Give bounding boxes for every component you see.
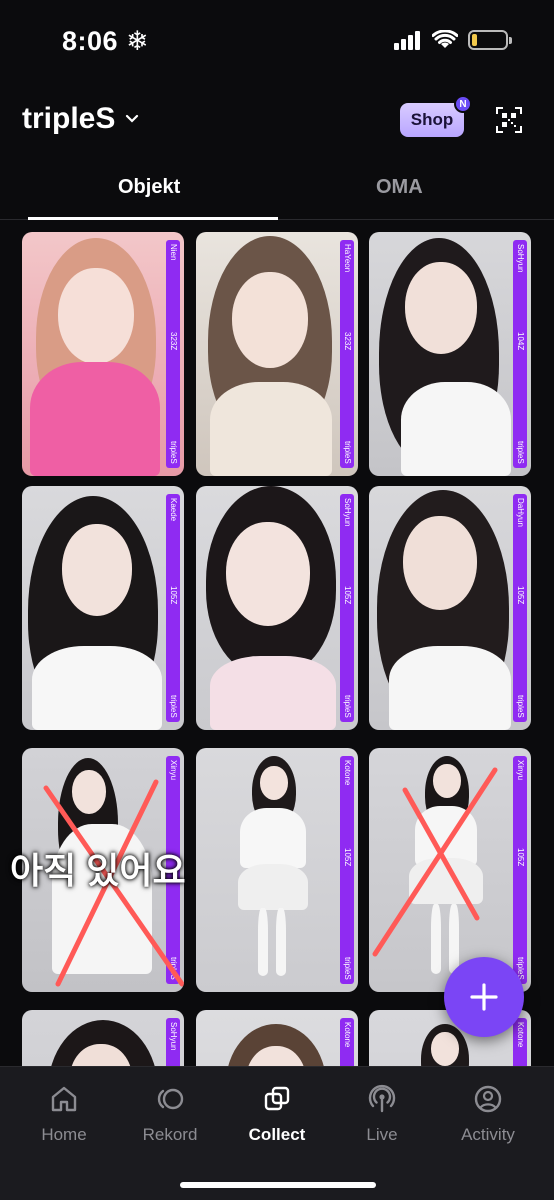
card-group: tripleS [516,695,525,718]
tab-bar: Objekt OMA [0,160,554,220]
cross-mark-overlay [372,767,498,957]
nav-live[interactable]: Live [332,1083,432,1145]
card-side-strip [166,240,180,468]
group-selector[interactable]: tripleS [22,102,139,136]
objekt-photo [196,748,358,992]
objekt-card[interactable]: Xinyu 105Z tripleS [369,748,531,992]
card-serial: 105Z [343,848,352,867]
chevron-down-icon [126,114,139,123]
card-member: HaYeon [343,244,352,273]
objekt-photo [196,486,358,730]
battery-icon [468,30,512,50]
objekt-card[interactable]: SoHyun [22,1010,184,1066]
card-serial: 323Z [169,332,178,351]
objekt-photo [22,486,184,730]
objekt-photo [369,486,531,730]
card-group: tripleS [169,695,178,718]
status-time: 8:06 ❄ [62,26,150,56]
qr-code-icon[interactable] [496,107,522,133]
card-side-strip [340,756,354,984]
card-group: tripleS [169,441,178,464]
nav-label: Live [366,1125,398,1144]
signal-icon [394,31,420,50]
objekt-photo [22,232,184,476]
card-group: tripleS [343,441,352,464]
shop-button[interactable]: Shop N [400,95,472,137]
objekt-grid: Nien 323Z tripleS HaYeon 323Z tripleS So… [0,230,554,1066]
card-serial: 105Z [343,586,352,605]
nav-label: Home [41,1125,87,1144]
card-member: Kaede [169,498,178,522]
nav-activity[interactable]: Activity [438,1083,538,1145]
card-member: Kotone [343,1022,352,1048]
status-bar: 8:06 ❄ [0,0,554,80]
card-group: tripleS [343,695,352,718]
home-icon [51,1086,77,1112]
status-icons [394,30,512,50]
shop-label: Shop [410,110,454,129]
objekt-photo [22,1010,184,1066]
objekt-card[interactable]: Nien 323Z tripleS [22,232,184,476]
objekt-card[interactable]: DaHyun 105Z tripleS [369,486,531,730]
bottom-nav: Home Rekord Collect Live Activity [0,1066,554,1200]
card-side-strip [513,494,527,722]
objekt-photo [196,1010,358,1066]
still-available-overlay-text: 아직 있어요 [10,850,186,891]
card-member: Kotone [516,1022,525,1048]
nav-label: Activity [461,1125,515,1144]
card-member: SoHyun [343,498,352,527]
card-side-strip [340,494,354,722]
group-name: tripleS [22,102,116,135]
objekt-card[interactable]: Kotone 105Z tripleS [196,748,358,992]
nav-label: Collect [248,1125,306,1144]
activity-icon [474,1085,502,1113]
shop-new-badge: N [454,95,472,113]
rekord-icon [157,1088,184,1110]
nav-rekord[interactable]: Rekord [120,1083,220,1145]
objekt-card[interactable]: SoHyun 105Z tripleS [196,486,358,730]
card-side-strip [166,494,180,722]
card-group: tripleS [516,441,525,464]
card-side-strip [513,240,527,468]
tab-active-indicator [28,217,278,220]
card-serial: 105Z [169,586,178,605]
objekt-card[interactable]: Kotone [196,1010,358,1066]
objekt-photo [369,232,531,476]
tab-oma[interactable]: OMA [376,176,423,199]
card-member: DaHyun [516,498,525,527]
objekt-card[interactable]: HaYeon 323Z tripleS [196,232,358,476]
card-member: Kotone [343,760,352,786]
nav-collect[interactable]: Collect [227,1083,327,1145]
card-serial: 323Z [343,332,352,351]
card-member: SoHyun [516,244,525,273]
tab-objekt[interactable]: Objekt [118,176,180,199]
card-member: SoHyun [169,1022,178,1051]
card-member: Nien [169,244,178,261]
live-icon [368,1084,396,1113]
nav-home[interactable]: Home [14,1083,114,1145]
collect-icon [264,1086,290,1111]
objekt-photo [196,232,358,476]
card-serial: 104Z [516,332,525,351]
objekt-card[interactable]: SoHyun 104Z tripleS [369,232,531,476]
card-group: tripleS [343,957,352,980]
card-side-strip [340,240,354,468]
home-indicator [180,1182,376,1188]
objekt-card[interactable]: Kaede 105Z tripleS [22,486,184,730]
plus-icon [470,983,498,1011]
nav-label: Rekord [142,1125,198,1144]
add-button[interactable] [444,957,524,1037]
wifi-icon [432,30,458,48]
header: tripleS Shop N [0,95,554,145]
card-serial: 105Z [516,586,525,605]
